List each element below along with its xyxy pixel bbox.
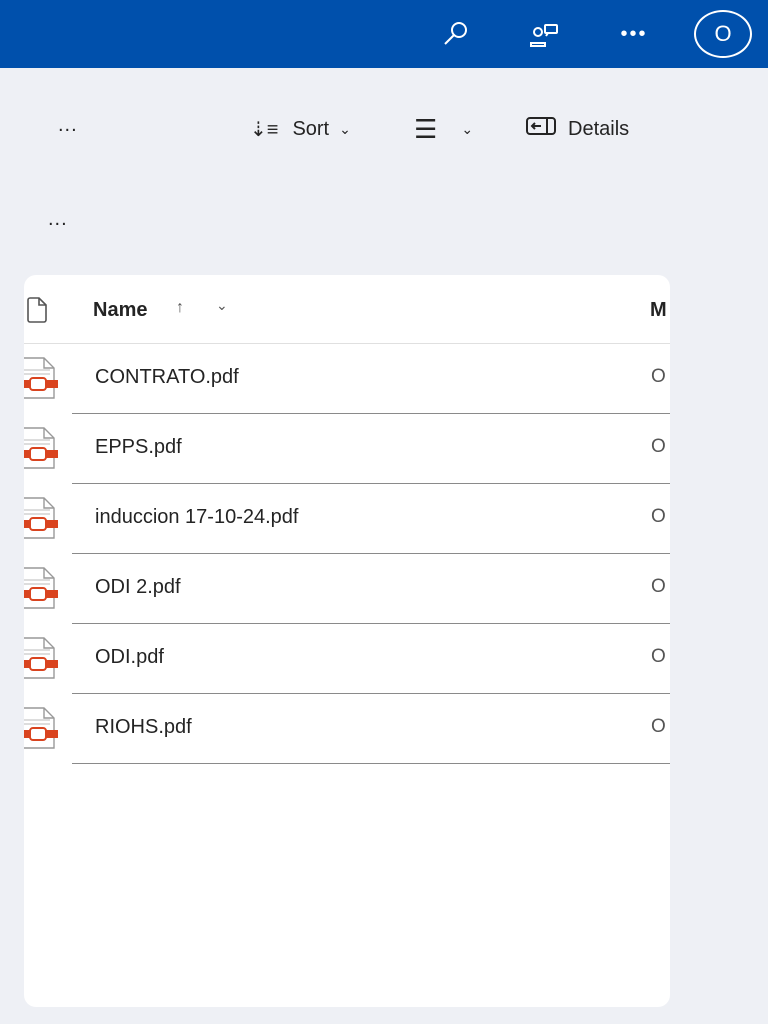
file-name[interactable]: RIOHS.pdf bbox=[95, 716, 192, 739]
more-options-icon[interactable]: ••• bbox=[616, 16, 652, 52]
modified-value: O bbox=[651, 576, 666, 597]
modified-value: O bbox=[651, 366, 666, 387]
row-divider bbox=[72, 763, 670, 764]
modified-column-header[interactable]: M bbox=[650, 299, 667, 322]
table-row[interactable]: ODI.pdf O bbox=[24, 624, 670, 694]
pdf-file-icon bbox=[24, 706, 62, 755]
file-name[interactable]: ODI 2.pdf bbox=[95, 576, 181, 599]
file-name[interactable]: induccion 17-10-24.pdf bbox=[95, 506, 298, 529]
pdf-file-icon bbox=[24, 636, 62, 685]
file-name[interactable]: CONTRATO.pdf bbox=[95, 366, 239, 389]
table-row[interactable]: EPPS.pdf O bbox=[24, 414, 670, 484]
modified-value: O bbox=[651, 716, 666, 737]
pdf-file-icon bbox=[24, 566, 62, 615]
sort-icon: ⇣≡ bbox=[250, 118, 279, 141]
folder-more-button[interactable]: ... bbox=[48, 208, 68, 231]
pdf-file-icon bbox=[24, 356, 62, 405]
people-chat-icon[interactable] bbox=[526, 16, 562, 52]
view-options-button[interactable]: ☰ ⌄ bbox=[414, 112, 473, 146]
list-view-icon: ☰ bbox=[414, 113, 438, 144]
modified-value: O bbox=[651, 436, 666, 457]
table-row[interactable]: ODI 2.pdf O bbox=[24, 554, 670, 624]
search-icon[interactable] bbox=[438, 16, 474, 52]
modified-value: O bbox=[651, 646, 666, 667]
chevron-down-icon[interactable]: ⌄ bbox=[216, 297, 228, 314]
name-column-header[interactable]: Name bbox=[93, 299, 147, 322]
pdf-file-icon bbox=[24, 496, 62, 545]
file-name[interactable]: ODI.pdf bbox=[95, 646, 164, 669]
details-pane-icon bbox=[526, 116, 558, 142]
chevron-down-icon: ⌄ bbox=[461, 120, 474, 137]
sort-button[interactable]: ⇣≡ Sort ⌄ bbox=[250, 112, 351, 146]
file-type-icon bbox=[26, 297, 48, 328]
table-row[interactable]: CONTRATO.pdf O bbox=[24, 344, 670, 414]
avatar[interactable]: O bbox=[694, 10, 752, 58]
top-bar: ••• O bbox=[0, 0, 768, 68]
sort-ascending-icon: ↑ bbox=[176, 299, 184, 316]
modified-value: O bbox=[651, 506, 666, 527]
details-button[interactable]: Details bbox=[526, 112, 629, 146]
file-name[interactable]: EPPS.pdf bbox=[95, 436, 182, 459]
table-row[interactable]: induccion 17-10-24.pdf O bbox=[24, 484, 670, 554]
file-list: Name ↑ ⌄ M CONTRATO.pdf O EPPS.pdf O ind… bbox=[24, 275, 670, 1007]
pdf-file-icon bbox=[24, 426, 62, 475]
more-actions-button[interactable]: ... bbox=[58, 114, 78, 137]
table-row[interactable]: RIOHS.pdf O bbox=[24, 694, 670, 764]
chevron-down-icon: ⌄ bbox=[339, 120, 351, 137]
table-header: Name ↑ ⌄ M bbox=[24, 275, 670, 344]
